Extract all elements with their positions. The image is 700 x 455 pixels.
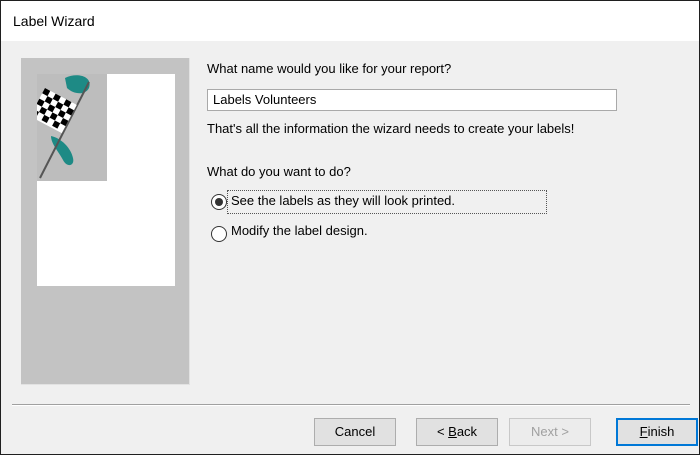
back-button[interactable]: < Back	[416, 418, 498, 446]
finish-button[interactable]: Finish	[616, 418, 698, 446]
back-prefix: <	[436, 424, 449, 439]
checkered-flag-icon	[29, 74, 107, 181]
bottom-separator	[12, 404, 690, 406]
title-bar: Label Wizard	[1, 1, 699, 41]
action-prompt: What do you want to do?	[207, 164, 351, 179]
option-modify-design-label[interactable]: Modify the label design.	[231, 223, 368, 238]
radio-button-unselected[interactable]	[211, 226, 227, 242]
next-button[interactable]: Next >	[509, 418, 591, 446]
cancel-button[interactable]: Cancel	[314, 418, 396, 446]
radio-dot	[215, 198, 223, 206]
report-name-input[interactable]	[207, 89, 617, 111]
finish-accel: F	[639, 424, 648, 439]
radio-button-selected[interactable]	[211, 194, 227, 210]
report-name-prompt: What name would you like for your report…	[207, 61, 452, 76]
back-rest: ack	[456, 424, 478, 439]
option-see-labels-label[interactable]: See the labels as they will look printed…	[231, 193, 455, 208]
finish-rest: inish	[647, 424, 675, 439]
back-accel: B	[448, 424, 457, 439]
info-text: That's all the information the wizard ne…	[207, 121, 575, 136]
window-title: Label Wizard	[13, 13, 95, 29]
